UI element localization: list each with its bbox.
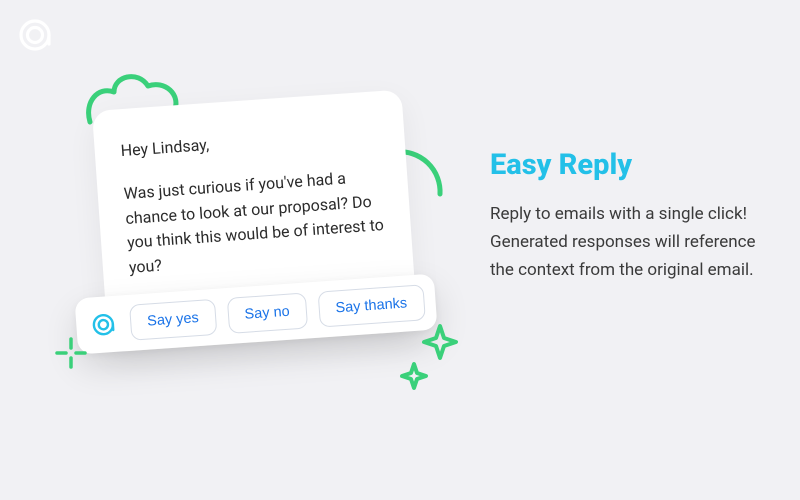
app-logo-icon [14,14,56,60]
promo-description: Reply to emails with a single click! Gen… [490,200,760,284]
app-badge-icon [87,309,119,341]
say-thanks-button[interactable]: Say thanks [317,284,425,327]
illustration-stage: Hey Lindsay, Was just curious if you've … [60,70,440,390]
say-yes-button[interactable]: Say yes [129,299,217,341]
email-greeting: Hey Lindsay, [120,121,379,164]
promo-pane: Easy Reply Reply to emails with a single… [490,148,760,284]
promo-title: Easy Reply [490,148,760,182]
email-body: Was just curious if you've had a chance … [123,164,387,281]
say-no-button[interactable]: Say no [226,293,307,334]
